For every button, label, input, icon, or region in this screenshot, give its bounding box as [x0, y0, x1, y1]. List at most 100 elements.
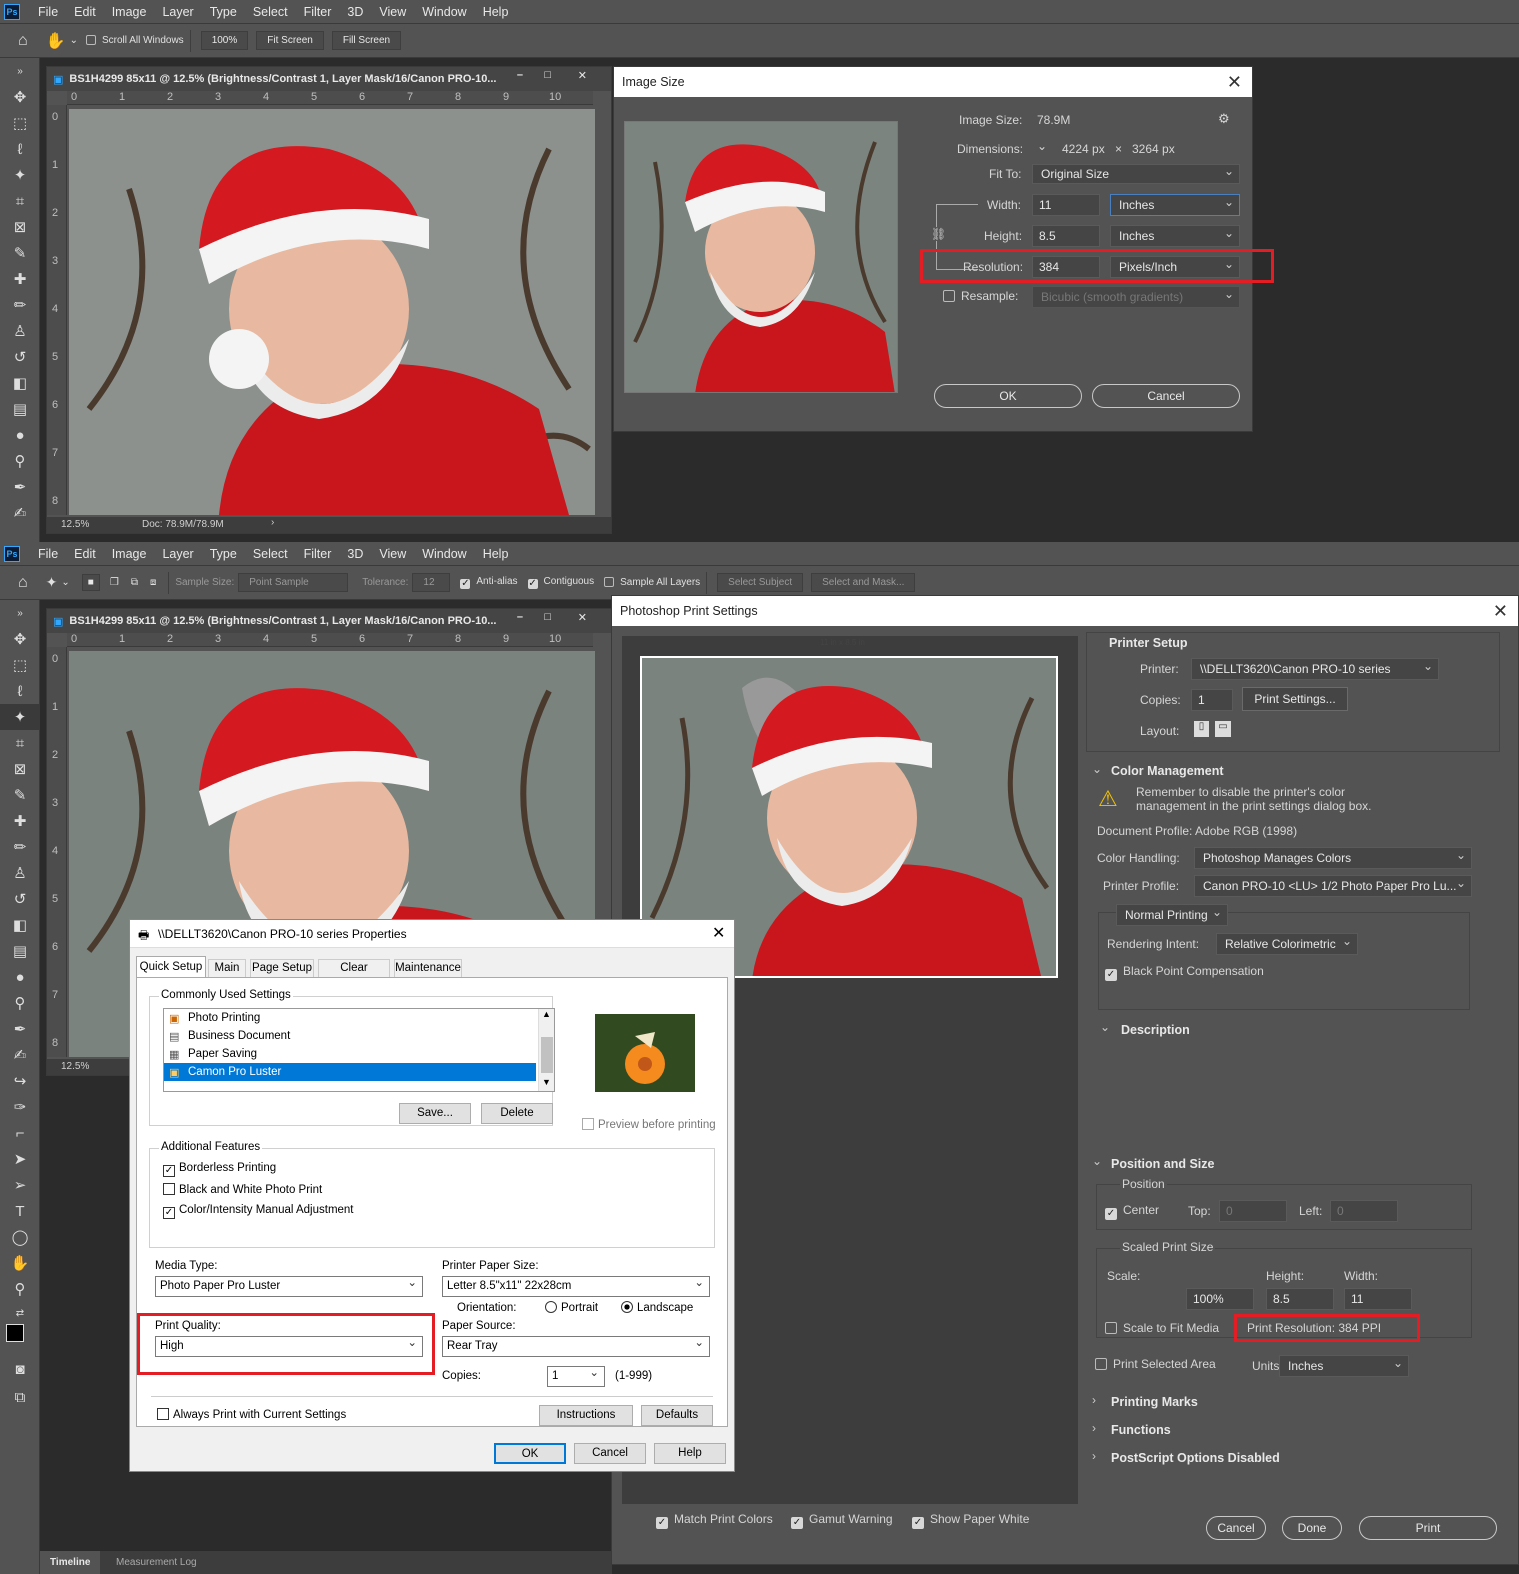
quick-mask-icon[interactable]: ◙	[0, 1356, 40, 1382]
history-brush-icon[interactable]: ↺	[0, 344, 40, 370]
blur-icon[interactable]: ●	[0, 422, 40, 448]
history-brush-icon[interactable]: ↺	[0, 886, 40, 912]
menu-filter[interactable]: Filter	[296, 542, 340, 566]
menu-type[interactable]: Type	[202, 0, 245, 24]
tab-maintenance[interactable]: Maintenance	[394, 959, 462, 978]
help-button[interactable]: Help	[654, 1443, 726, 1464]
close-icon[interactable]: ✕	[1227, 72, 1242, 93]
stamp-tool-icon[interactable]: ♙	[0, 318, 40, 344]
ellipse-tool-icon[interactable]: ◯	[0, 1224, 40, 1250]
show-paper-white-checkbox[interactable]: ✓ Show Paper White	[912, 1512, 1029, 1529]
hand-tool-icon[interactable]: ✋	[46, 31, 66, 51]
height-input[interactable]: 8.5	[1032, 225, 1100, 247]
link-icon[interactable]: ⛓	[931, 227, 947, 241]
portrait-layout-icon[interactable]: ▯	[1194, 721, 1209, 737]
black-point-checkbox[interactable]: ✓ Black Point Compensation	[1105, 964, 1264, 981]
intersect-selection-icon[interactable]: ⧈	[150, 577, 156, 588]
defaults-button[interactable]: Defaults	[641, 1405, 713, 1426]
print-button[interactable]: Print	[1359, 1516, 1497, 1540]
left-input[interactable]: 0	[1330, 1200, 1398, 1222]
collapse-icon[interactable]: »	[0, 58, 40, 84]
save-button[interactable]: Save...	[399, 1103, 471, 1124]
chevron-down-icon[interactable]: ⌄	[1092, 762, 1102, 776]
menu-3d[interactable]: 3D	[339, 542, 371, 566]
list-item[interactable]: ▣ Photo Printing	[164, 1009, 536, 1027]
swap-colors-icon[interactable]: ⇄	[0, 1302, 40, 1324]
preview-checkbox[interactable]: Preview before printing	[582, 1118, 716, 1131]
foreground-color-swatch[interactable]	[6, 1324, 24, 1342]
marquee-tool-icon[interactable]: ⬚	[0, 652, 40, 678]
center-checkbox[interactable]: ✓ Center	[1105, 1203, 1159, 1220]
eyedropper-icon[interactable]: ✎	[0, 240, 40, 266]
menu-help[interactable]: Help	[475, 542, 517, 566]
path-selection-icon[interactable]: ➤	[0, 1146, 40, 1172]
resample-select[interactable]: Bicubic (smooth gradients)	[1032, 284, 1240, 308]
menu-image[interactable]: Image	[104, 542, 155, 566]
curvature-pen-icon[interactable]: ↪	[0, 1068, 40, 1094]
print-settings-button[interactable]: Print Settings...	[1242, 687, 1348, 711]
document-tab[interactable]: ▣ BS1H4299 85x11 @ 12.5% (Brightness/Con…	[47, 67, 611, 91]
menu-help[interactable]: Help	[475, 0, 517, 24]
subtract-selection-icon[interactable]: ⧉	[131, 577, 138, 588]
list-item[interactable]: ▦ Paper Saving	[164, 1045, 536, 1063]
menu-window[interactable]: Window	[414, 542, 474, 566]
tab-timeline[interactable]: Timeline	[40, 1551, 101, 1574]
anchor-point-icon[interactable]: ✑	[0, 1094, 40, 1120]
bw-photo-checkbox[interactable]: Black and White Photo Print	[163, 1183, 322, 1196]
brush-tool-icon[interactable]: ✏	[0, 834, 40, 860]
menu-filter[interactable]: Filter	[296, 0, 340, 24]
scale-to-media-checkbox[interactable]: Scale to Fit Media	[1105, 1321, 1219, 1335]
eraser-icon[interactable]: ◧	[0, 370, 40, 396]
normal-printing-select[interactable]: Normal Printing	[1116, 902, 1228, 926]
home-icon[interactable]: ⌂	[18, 32, 28, 50]
width-input[interactable]: 11	[1032, 194, 1100, 216]
menu-select[interactable]: Select	[245, 542, 296, 566]
lasso-tool-icon[interactable]: ℓ	[0, 136, 40, 162]
top-input[interactable]: 0	[1219, 1200, 1287, 1222]
magic-wand-icon[interactable]: ✦	[0, 162, 40, 188]
close-icon[interactable]: ✕	[1493, 601, 1508, 622]
print-selected-area-checkbox[interactable]: Print Selected Area	[1095, 1357, 1216, 1371]
done-button[interactable]: Done	[1282, 1516, 1342, 1540]
chevron-right-icon[interactable]: ›	[1092, 1421, 1096, 1435]
menu-image[interactable]: Image	[104, 0, 155, 24]
printer-select[interactable]: \\DELLT3620\Canon PRO-10 series	[1191, 656, 1439, 680]
magic-wand-icon[interactable]: ✦	[0, 704, 40, 730]
cancel-button[interactable]: Cancel	[574, 1443, 646, 1464]
chevron-right-icon[interactable]: ›	[271, 517, 274, 528]
image-preview[interactable]	[624, 121, 898, 393]
move-tool-icon[interactable]: ✥	[0, 626, 40, 652]
copies-input[interactable]: 1	[1191, 689, 1233, 711]
menu-layer[interactable]: Layer	[154, 0, 201, 24]
marquee-tool-icon[interactable]: ⬚	[0, 110, 40, 136]
postscript-heading[interactable]: PostScript Options Disabled	[1111, 1451, 1280, 1465]
chevron-down-icon[interactable]: ⌄	[61, 577, 69, 588]
fill-screen-button[interactable]: Fill Screen	[331, 31, 402, 50]
crop-tool-icon[interactable]: ⌗	[0, 730, 40, 756]
menu-type[interactable]: Type	[202, 542, 245, 566]
list-item-selected[interactable]: ▣ Camon Pro Luster	[164, 1063, 536, 1081]
healing-brush-icon[interactable]: ✚	[0, 808, 40, 834]
tolerance-input[interactable]: 12	[412, 573, 451, 592]
eraser-icon[interactable]: ◧	[0, 912, 40, 938]
maximize-icon[interactable]: □	[544, 611, 551, 623]
zoom-tool-icon[interactable]: ⚲	[0, 1276, 40, 1302]
gradient-icon[interactable]: ▤	[0, 396, 40, 422]
landscape-radio[interactable]: Landscape	[621, 1301, 693, 1314]
minimize-icon[interactable]: –	[517, 611, 523, 623]
dodge-icon[interactable]: ⚲	[0, 448, 40, 474]
santa-photo[interactable]	[69, 109, 595, 515]
gamut-warning-checkbox[interactable]: ✓ Gamut Warning	[791, 1512, 893, 1529]
close-icon[interactable]: ✕	[712, 923, 725, 943]
fit-to-select[interactable]: Original Size	[1032, 162, 1240, 184]
menu-view[interactable]: View	[371, 0, 414, 24]
cancel-button[interactable]: Cancel	[1092, 384, 1240, 408]
minimize-icon[interactable]: –	[517, 69, 523, 81]
move-tool-icon[interactable]: ✥	[0, 84, 40, 110]
list-item[interactable]: ▤ Business Document	[164, 1027, 536, 1045]
contiguous-checkbox[interactable]: ✓ Contiguous	[527, 576, 594, 589]
select-subject-button[interactable]: Select Subject	[717, 573, 804, 592]
delete-button[interactable]: Delete	[481, 1103, 553, 1124]
document-tab[interactable]: ▣ BS1H4299 85x11 @ 12.5% (Brightness/Con…	[47, 609, 611, 633]
zoom-readout[interactable]: 12.5%	[61, 1061, 89, 1072]
